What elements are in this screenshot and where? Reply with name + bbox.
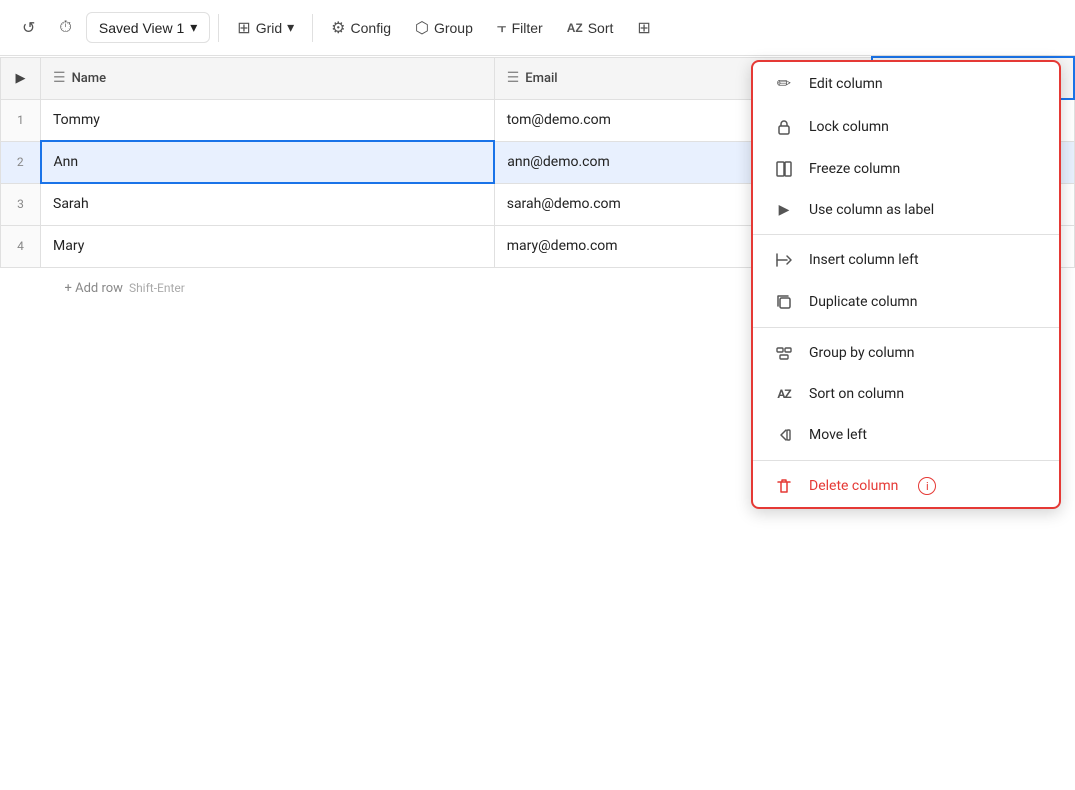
menu-label-duplicate-column: Duplicate column [809, 294, 917, 310]
sort-button[interactable]: AZ Sort [557, 14, 624, 42]
history-button[interactable]: ⏱ [49, 13, 81, 43]
group-button[interactable]: ⬡ Group [405, 12, 483, 44]
group-by-icon [773, 344, 795, 362]
arrow-label-icon: ▶ [773, 202, 795, 218]
history-icon: ⏱ [59, 19, 71, 37]
menu-item-delete-column[interactable]: Delete column i [753, 465, 1059, 507]
sort-az-icon: AZ [567, 21, 583, 35]
filter-label: Filter [512, 20, 543, 36]
col-email-label: Email [525, 71, 557, 86]
menu-item-duplicate-column[interactable]: Duplicate column [753, 281, 1059, 323]
menu-divider-3 [753, 460, 1059, 461]
menu-item-freeze-column[interactable]: Freeze column [753, 148, 1059, 190]
chevron-down-icon: ▾ [190, 19, 197, 36]
menu-label-lock-column: Lock column [809, 119, 889, 135]
spread-button[interactable]: ⊞ [627, 12, 660, 44]
toolbar: ↺ ⏱ Saved View 1 ▾ ⊞ Grid ▾ ⚙ Config ⬡ G… [0, 0, 1075, 56]
undo-button[interactable]: ↺ [12, 12, 45, 44]
saved-view-label: Saved View 1 [99, 20, 184, 36]
menu-label-insert-column-left: Insert column left [809, 252, 919, 268]
row-num-1: 1 [1, 99, 41, 141]
menu-label-group-by-column: Group by column [809, 345, 915, 361]
menu-item-insert-column-left[interactable]: Insert column left [753, 239, 1059, 281]
name-col-icon: ☰ [53, 70, 66, 86]
insert-left-icon [773, 251, 795, 269]
menu-item-group-by-column[interactable]: Group by column [753, 332, 1059, 374]
menu-label-delete-column: Delete column [809, 478, 898, 494]
spread-icon: ⊞ [637, 18, 650, 38]
menu-divider-1 [753, 234, 1059, 235]
duplicate-icon [773, 293, 795, 311]
grid-icon: ⊞ [237, 18, 250, 38]
name-cell-1[interactable]: Tommy [41, 99, 495, 141]
group-icon: ⬡ [415, 18, 429, 38]
add-row-label: + Add row [65, 281, 123, 296]
move-left-icon [773, 426, 795, 444]
add-row-shortcut: Shift-Enter [129, 281, 185, 295]
lock-icon [773, 118, 795, 136]
grid-button[interactable]: ⊞ Grid ▾ [227, 12, 304, 44]
grid-chevron-icon: ▾ [287, 19, 294, 36]
menu-label-edit-column: Edit column [809, 76, 883, 92]
delete-icon [773, 477, 795, 495]
undo-icon: ↺ [22, 18, 35, 38]
sort-az-menu-icon: AZ [773, 387, 795, 401]
sort-label: Sort [588, 20, 614, 36]
divider-2 [312, 14, 313, 42]
menu-label-freeze-column: Freeze column [809, 161, 900, 177]
column-header-name[interactable]: ☰ Name [41, 57, 495, 99]
filter-button[interactable]: ⫟ Filter [487, 13, 553, 43]
grid-label: Grid [256, 20, 282, 36]
saved-view-button[interactable]: Saved View 1 ▾ [86, 12, 210, 43]
filter-icon: ⫟ [497, 19, 507, 37]
config-icon: ⚙ [331, 18, 345, 38]
name-cell-3[interactable]: Sarah [41, 183, 495, 225]
menu-item-sort-on-column[interactable]: AZ Sort on column [753, 374, 1059, 414]
arrow-right-icon: ▶ [16, 71, 26, 86]
menu-item-edit-column[interactable]: ✏ Edit column [753, 62, 1059, 106]
delete-info-icon[interactable]: i [918, 477, 936, 495]
menu-label-move-left: Move left [809, 427, 867, 443]
menu-item-lock-column[interactable]: Lock column [753, 106, 1059, 148]
menu-label-sort-on-column: Sort on column [809, 386, 904, 402]
freeze-icon [773, 160, 795, 178]
menu-divider-2 [753, 327, 1059, 328]
col-name-label: Name [72, 71, 107, 86]
divider-1 [218, 14, 219, 42]
pencil-icon: ✏ [773, 74, 795, 94]
email-col-icon: ☰ [507, 70, 520, 86]
menu-item-use-column-label[interactable]: ▶ Use column as label [753, 190, 1059, 230]
row-num-header: ▶ [1, 57, 41, 99]
add-row-num [1, 267, 41, 309]
row-num-2: 2 [1, 141, 41, 183]
config-button[interactable]: ⚙ Config [321, 12, 401, 44]
config-label: Config [351, 20, 391, 36]
group-label: Group [434, 20, 473, 36]
row-num-4: 4 [1, 225, 41, 267]
name-cell-4[interactable]: Mary [41, 225, 495, 267]
context-menu: ✏ Edit column Lock column Freeze column … [751, 60, 1061, 509]
row-num-3: 3 [1, 183, 41, 225]
menu-label-use-column-label: Use column as label [809, 202, 934, 218]
menu-item-move-left[interactable]: Move left [753, 414, 1059, 456]
name-cell-2[interactable]: Ann [41, 141, 495, 183]
